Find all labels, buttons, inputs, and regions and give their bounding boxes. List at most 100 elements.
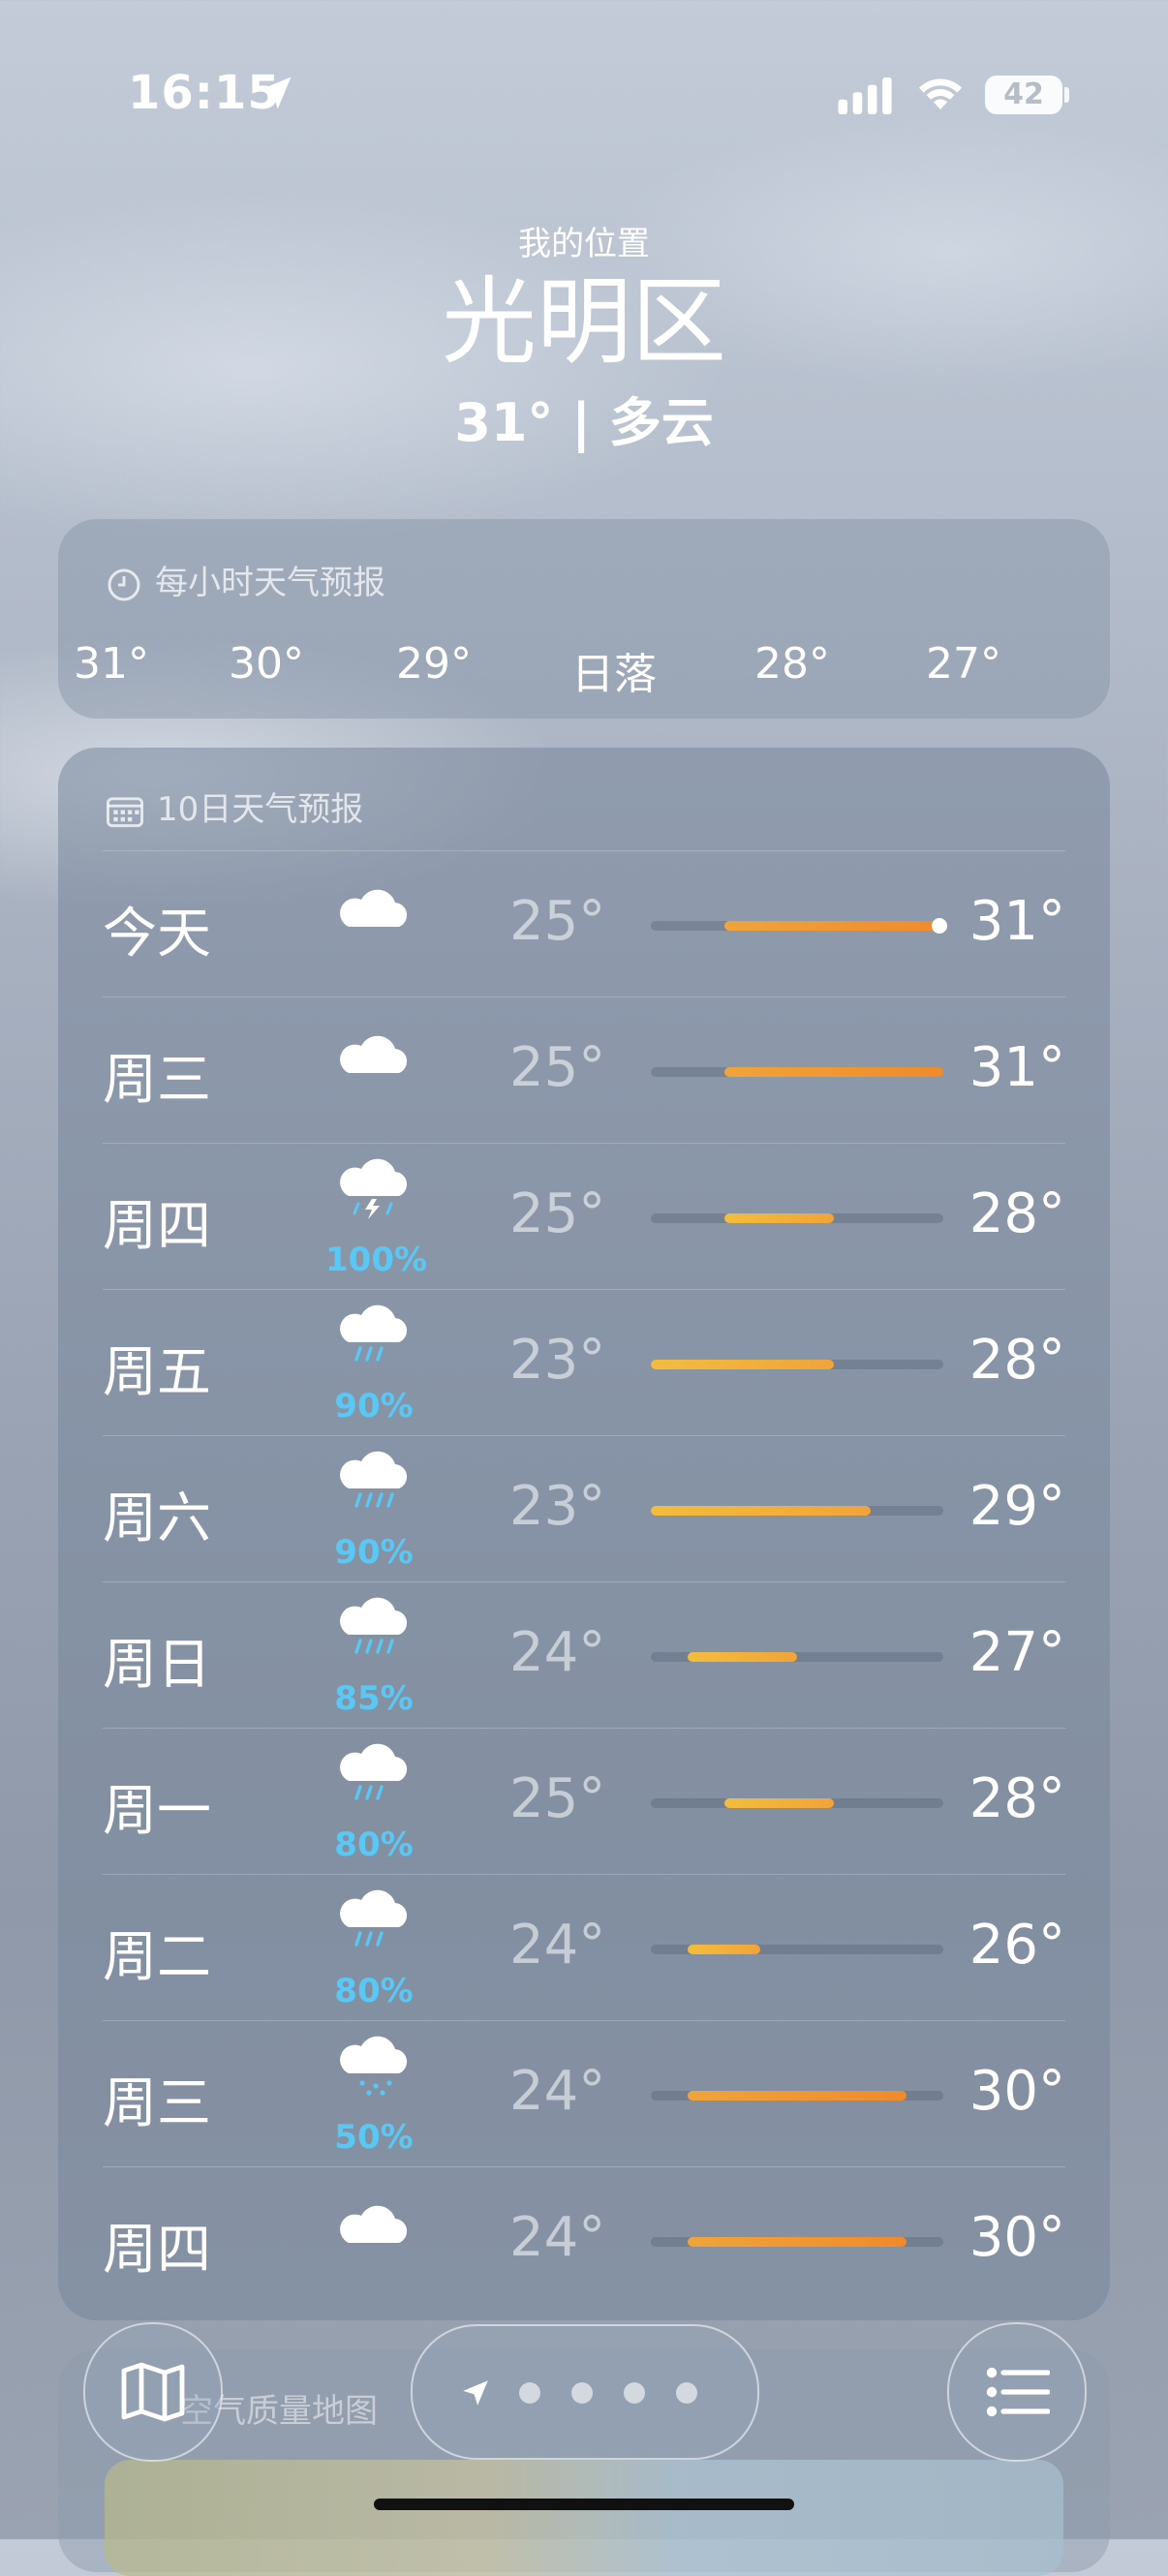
low-temp: 24° <box>509 1914 606 1977</box>
battery-indicator: 42 <box>985 76 1062 114</box>
day-label: 周四 <box>103 2219 211 2282</box>
ten-day-forecast-card[interactable]: 10日天气预报 今天 25° 31° 周三 25° 31° 周四 100% 25° 28° 周五 90… <box>58 748 1110 2320</box>
high-temp: 31° <box>968 1036 1065 1099</box>
home-indicator <box>374 2499 794 2510</box>
cloud-icon <box>325 888 422 995</box>
high-temp: 29° <box>968 1475 1065 1538</box>
page-dot[interactable] <box>676 2382 697 2404</box>
map-icon <box>121 2362 185 2422</box>
low-temp: 23° <box>509 1475 606 1538</box>
hourly-forecast-card[interactable]: 每小时天气预报 31° 30° 29° 日落 28° 27° <box>58 519 1110 719</box>
precipitation-chance: 85% <box>334 1679 414 1718</box>
temperature-range-fill <box>687 1652 797 1662</box>
temperature-range-bar <box>651 918 947 934</box>
list-icon <box>986 2367 1050 2417</box>
temperature-range-bar <box>651 1213 943 1223</box>
day-row[interactable]: 周日 85% 24° 27° <box>103 1581 1065 1729</box>
hourly-forecast-title: 每小时天气预报 <box>155 564 385 602</box>
drizzle-icon: 50% <box>325 2035 422 2157</box>
high-temp: 28° <box>968 1329 1065 1392</box>
cloud-icon <box>325 1034 422 1141</box>
precipitation-chance: 90% <box>334 1533 414 1572</box>
wifi-icon <box>919 78 962 109</box>
high-temp: 30° <box>968 2206 1065 2269</box>
precipitation-chance: 80% <box>334 1972 414 2010</box>
low-temp: 25° <box>509 1036 606 1099</box>
temperature-range-fill <box>723 1067 943 1077</box>
rain-icon: 80% <box>325 1888 422 2010</box>
page-dot[interactable] <box>571 2382 593 2404</box>
ten-day-forecast-header: 10日天气预报 <box>107 782 363 830</box>
temperature-range-fill <box>723 1798 834 1808</box>
day-row[interactable]: 周一 80% 25° 28° <box>103 1728 1065 1875</box>
thunderstorm-icon: 100% <box>325 1157 427 1279</box>
low-temp: 24° <box>509 2206 606 2269</box>
ten-day-forecast-title: 10日天气预报 <box>157 790 364 829</box>
day-label: 周日 <box>103 1634 211 1697</box>
day-row[interactable]: 今天 25° 31° <box>103 850 1065 997</box>
day-row[interactable]: 周四 100% 25° 28° <box>103 1143 1065 1290</box>
page-indicator[interactable] <box>411 2324 759 2460</box>
high-temp: 28° <box>968 1182 1065 1245</box>
hourly-item: 28° <box>754 639 830 689</box>
temperature-range-fill <box>723 921 943 931</box>
hourly-forecast-header: 每小时天气预报 <box>107 556 385 603</box>
day-label: 周二 <box>103 1926 211 1989</box>
city-name: 光明区 <box>441 267 726 378</box>
temperature-range-fill <box>651 1360 834 1369</box>
page-dot[interactable] <box>624 2382 645 2404</box>
day-row[interactable]: 周三 25° 31° <box>103 997 1065 1144</box>
page-dot[interactable] <box>519 2382 540 2404</box>
low-temp: 25° <box>509 1767 606 1830</box>
my-location-label: 我的位置 <box>518 225 650 263</box>
temperature-range-bar <box>651 1945 943 1954</box>
low-temp: 23° <box>509 1329 606 1392</box>
precipitation-chance: 90% <box>334 1387 414 1426</box>
low-temp: 25° <box>509 890 606 953</box>
day-row[interactable]: 周三 50% 24° 30° <box>103 2020 1065 2167</box>
day-label: 今天 <box>103 903 211 966</box>
low-temp: 24° <box>509 2060 606 2123</box>
current-temp-dot <box>932 918 947 934</box>
temperature-range-fill <box>651 1506 871 1516</box>
calendar-icon <box>107 796 143 827</box>
day-row[interactable]: 周五 90% 23° 28° <box>103 1289 1065 1436</box>
high-temp: 31° <box>968 890 1065 953</box>
high-temp: 30° <box>968 2060 1065 2123</box>
high-temp: 28° <box>968 1767 1065 1830</box>
map-button[interactable] <box>83 2322 223 2462</box>
temperature-range-fill <box>687 1945 761 1954</box>
rain-icon: 80% <box>325 1742 422 1864</box>
high-temp: 26° <box>968 1914 1065 1977</box>
day-label: 周四 <box>103 1195 211 1258</box>
temperature-range-fill <box>687 2091 907 2101</box>
day-row[interactable]: 周四 24° 30° <box>103 2166 1065 2314</box>
cloud-icon <box>325 2204 422 2311</box>
temperature-range-bar <box>651 1360 943 1369</box>
day-label: 周三 <box>103 2072 211 2135</box>
air-quality-map-preview[interactable] <box>105 2460 1063 2576</box>
precipitation-chance: 100% <box>325 1241 428 1279</box>
temperature-range-bar <box>651 2091 943 2101</box>
day-label: 周六 <box>103 1487 211 1550</box>
temperature-range-bar <box>651 2237 943 2247</box>
clock-icon <box>108 568 140 600</box>
temperature-range-fill <box>723 1213 834 1223</box>
city-list-button[interactable] <box>947 2322 1087 2462</box>
low-temp: 24° <box>509 1621 606 1684</box>
day-label: 周三 <box>103 1049 211 1112</box>
precipitation-chance: 50% <box>334 2118 414 2157</box>
hourly-item: 29° <box>396 639 472 689</box>
day-row[interactable]: 周六 90% 23° 29° <box>103 1435 1065 1582</box>
hourly-item: 27° <box>926 639 1001 689</box>
location-arrow-icon <box>259 77 292 109</box>
temperature-range-fill <box>687 2237 907 2247</box>
hourly-item: 31° <box>74 639 149 689</box>
day-label: 周五 <box>103 1341 211 1404</box>
location-arrow-icon <box>463 2380 488 2406</box>
temperature-range-bar <box>651 1652 943 1662</box>
heavy-rain-icon: 85% <box>325 1596 422 1718</box>
cellular-signal-icon <box>838 77 892 114</box>
hourly-item: 30° <box>229 639 304 689</box>
day-row[interactable]: 周二 80% 24° 26° <box>103 1874 1065 2021</box>
